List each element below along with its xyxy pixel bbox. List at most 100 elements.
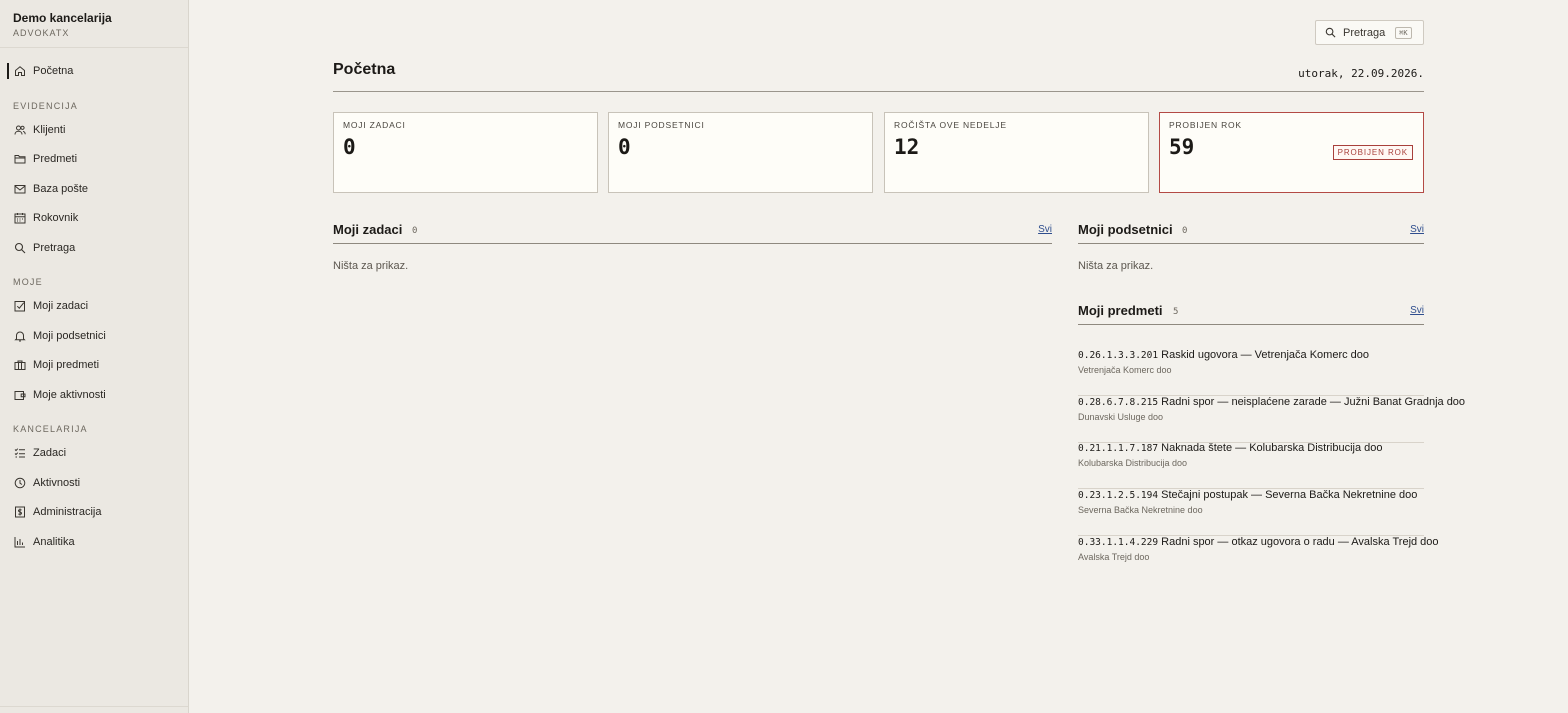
stat-card-rocista[interactable]: ROČIŠTA OVE NEDELJE 12 (884, 112, 1149, 193)
status-badge: PROBIJEN ROK (1332, 145, 1413, 160)
matter-name: Radni spor — otkaz ugovora o radu — Aval… (1161, 536, 1439, 548)
matter-client: Severna Bačka Nekretnine doo (1078, 505, 1203, 515)
list-item[interactable]: 0.21.1.1.7.187 Naknada štete — Kolubarsk… (1078, 442, 1424, 489)
nav-section-evidencija: EVIDENCIJA (13, 101, 79, 111)
sidebar-item-moje-aktivnosti[interactable]: Moje aktivnosti (0, 383, 188, 407)
sidebar-item-label: Klijenti (33, 124, 66, 136)
mail-icon (14, 183, 26, 195)
stat-card-moji-podsetnici[interactable]: MOJI PODSETNICI 0 (608, 112, 873, 193)
list-item[interactable]: 0.33.1.1.4.229 Radni spor — otkaz ugovor… (1078, 536, 1439, 583)
sidebar-item-predmeti[interactable]: Predmeti (0, 147, 188, 171)
brand: Demo kancelarija ADVOKATX (0, 0, 188, 48)
clock-icon (14, 477, 26, 489)
sidebar-item-label: Moji predmeti (33, 359, 100, 371)
title-divider (333, 91, 1424, 92)
sidebar-item-label: Aktivnosti (33, 477, 81, 489)
sidebar-divider (0, 706, 188, 707)
sidebar-item-pretraga[interactable]: Pretraga (0, 236, 188, 260)
stat-card-value: 0 (343, 135, 356, 159)
sidebar-item-label: Analitika (33, 536, 75, 548)
matter-name: Stečajni postupak — Severna Bačka Nekret… (1161, 489, 1418, 501)
matter-title[interactable]: 0.28.6.7.8.215 Radni spor — neisplaćene … (1078, 396, 1465, 408)
sidebar-item-label: Predmeti (33, 153, 78, 165)
matters-view-all-link[interactable]: Svi (1410, 305, 1424, 316)
sidebar-item-analitika[interactable]: Analitika (0, 530, 188, 554)
stat-card-label: PROBIJEN ROK (1169, 120, 1242, 130)
wallet-icon (14, 389, 26, 401)
nav-section-moje: MOJE (13, 277, 43, 287)
list-item[interactable]: 0.23.1.2.5.194 Stečajni postupak — Sever… (1078, 489, 1424, 536)
section-title: Moji predmeti (1078, 303, 1163, 318)
sidebar-item-moji-podsetnici[interactable]: Moji podsetnici (0, 324, 188, 348)
matter-name: Radni spor — neisplaćene zarade — Južni … (1161, 396, 1466, 408)
reminders-section-header: Moji podsetnici 0 Svi (1078, 222, 1424, 244)
brand-subtitle: ADVOKATX (13, 28, 70, 38)
reminders-empty-message: Ništa za prikaz. (1078, 260, 1154, 272)
brand-name: Demo kancelarija (13, 11, 112, 25)
sidebar-item-klijenti[interactable]: Klijenti (0, 118, 188, 142)
search-icon (14, 242, 26, 254)
briefcase-icon (14, 359, 26, 371)
sidebar-item-aktivnosti[interactable]: Aktivnosti (0, 471, 188, 495)
stat-card-probijen-rok[interactable]: PROBIJEN ROK 59 PROBIJEN ROK (1159, 112, 1424, 193)
section-title: Moji podsetnici (1078, 222, 1173, 237)
search-button[interactable]: Pretraga ⌘K (1315, 20, 1424, 45)
stat-card-label: MOJI ZADACI (343, 120, 406, 130)
search-icon (1325, 27, 1336, 38)
tasks-section-header: Moji zadaci 0 Svi (333, 222, 1052, 244)
sidebar-item-baza-poste[interactable]: Baza pošte (0, 177, 188, 201)
search-button-label: Pretraga (1343, 26, 1386, 39)
matter-code: 0.33.1.1.4.229 (1078, 537, 1159, 548)
matter-title[interactable]: 0.26.1.3.3.201 Raskid ugovora — Vetrenja… (1078, 349, 1369, 361)
reminders-view-all-link[interactable]: Svi (1410, 224, 1424, 235)
list-item[interactable]: 0.28.6.7.8.215 Radni spor — neisplaćene … (1078, 396, 1465, 443)
folder-icon (14, 153, 26, 165)
sidebar-item-home[interactable]: Početna (0, 59, 188, 83)
shortcut-badge: ⌘K (1395, 26, 1412, 39)
bell-icon (14, 330, 26, 342)
matter-code: 0.26.1.3.3.201 (1078, 350, 1159, 361)
nav-section-kancelarija: KANCELARIJA (13, 424, 88, 434)
checklist-icon (14, 447, 26, 459)
section-count: 5 (1173, 307, 1179, 317)
stat-card-label: MOJI PODSETNICI (618, 120, 705, 130)
sidebar-item-label: Zadaci (33, 447, 67, 459)
sidebar-item-label: Pretraga (33, 242, 76, 254)
dollar-icon (14, 506, 26, 518)
users-icon (14, 124, 26, 136)
matter-name: Raskid ugovora — Vetrenjača Komerc doo (1161, 349, 1370, 361)
sidebar-item-label: Administracija (33, 506, 102, 518)
matter-code: 0.21.1.1.7.187 (1078, 443, 1159, 454)
list-item[interactable]: 0.26.1.3.3.201 Raskid ugovora — Vetrenja… (1078, 349, 1424, 396)
matter-title[interactable]: 0.33.1.1.4.229 Radni spor — otkaz ugovor… (1078, 536, 1439, 548)
stat-card-value: 0 (618, 135, 631, 159)
sidebar-item-label: Baza pošte (33, 183, 89, 195)
sidebar-item-zadaci[interactable]: Zadaci (0, 441, 188, 465)
matter-name: Naknada štete — Kolubarska Distribucija … (1161, 442, 1383, 454)
tasks-view-all-link[interactable]: Svi (1038, 224, 1052, 235)
matter-title[interactable]: 0.21.1.1.7.187 Naknada štete — Kolubarsk… (1078, 442, 1382, 454)
sidebar-item-moji-zadaci[interactable]: Moji zadaci (0, 294, 188, 318)
matter-code: 0.23.1.2.5.194 (1078, 490, 1159, 501)
sidebar-item-label: Početna (33, 65, 74, 77)
matter-title[interactable]: 0.23.1.2.5.194 Stečajni postupak — Sever… (1078, 489, 1417, 501)
page-date: utorak, 22.09.2026. (1298, 67, 1424, 80)
checkbox-icon (14, 300, 26, 312)
bar-chart-icon (14, 536, 26, 548)
stat-card-value: 12 (894, 135, 920, 159)
section-count: 0 (412, 226, 418, 236)
matter-code: 0.28.6.7.8.215 (1078, 397, 1159, 408)
section-count: 0 (1182, 226, 1188, 236)
tasks-empty-message: Ništa za prikaz. (333, 260, 409, 272)
sidebar-item-administracija[interactable]: Administracija (0, 500, 188, 524)
sidebar-item-label: Moji podsetnici (33, 330, 106, 342)
page-title: Početna (333, 61, 396, 78)
sidebar-item-label: Rokovnik (33, 212, 79, 224)
matter-client: Kolubarska Distribucija doo (1078, 458, 1188, 468)
section-title: Moji zadaci (333, 222, 403, 237)
sidebar-item-moji-predmeti[interactable]: Moji predmeti (0, 353, 188, 377)
sidebar-item-rokovnik[interactable]: Rokovnik (0, 206, 188, 230)
stat-card-moji-zadaci[interactable]: MOJI ZADACI 0 (333, 112, 598, 193)
matters-section-header: Moji predmeti 5 Svi (1078, 303, 1424, 325)
matter-client: Dunavski Usluge doo (1078, 412, 1164, 422)
